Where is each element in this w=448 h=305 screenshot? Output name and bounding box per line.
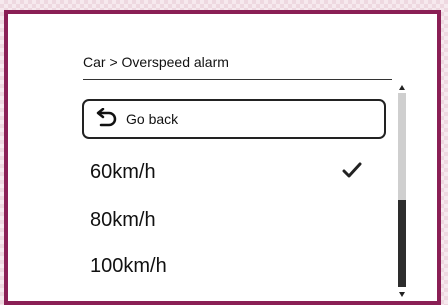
option-60kmh[interactable]: 60km/h [90,155,370,189]
header-divider [83,79,392,80]
option-label: 100km/h [90,254,167,277]
option-label: 80km/h [90,208,156,231]
scrollbar[interactable] [398,85,406,297]
undo-arrow-icon [92,107,120,130]
option-100kmh[interactable]: 100km/h [90,249,370,283]
go-back-label: Go back [126,111,179,127]
option-label: 60km/h [90,160,156,183]
scroll-up-arrow-icon[interactable] [399,85,405,90]
go-back-button[interactable]: Go back [82,99,386,139]
device-screen: Car > Overspeed alarm Go back 60km/h 80k… [4,10,441,305]
breadcrumb: Car > Overspeed alarm [83,54,229,70]
scroll-track[interactable] [398,93,406,287]
checkmark-icon [342,162,362,180]
scroll-thumb[interactable] [398,199,406,287]
option-80kmh[interactable]: 80km/h [90,203,370,237]
scroll-down-arrow-icon[interactable] [399,292,405,297]
